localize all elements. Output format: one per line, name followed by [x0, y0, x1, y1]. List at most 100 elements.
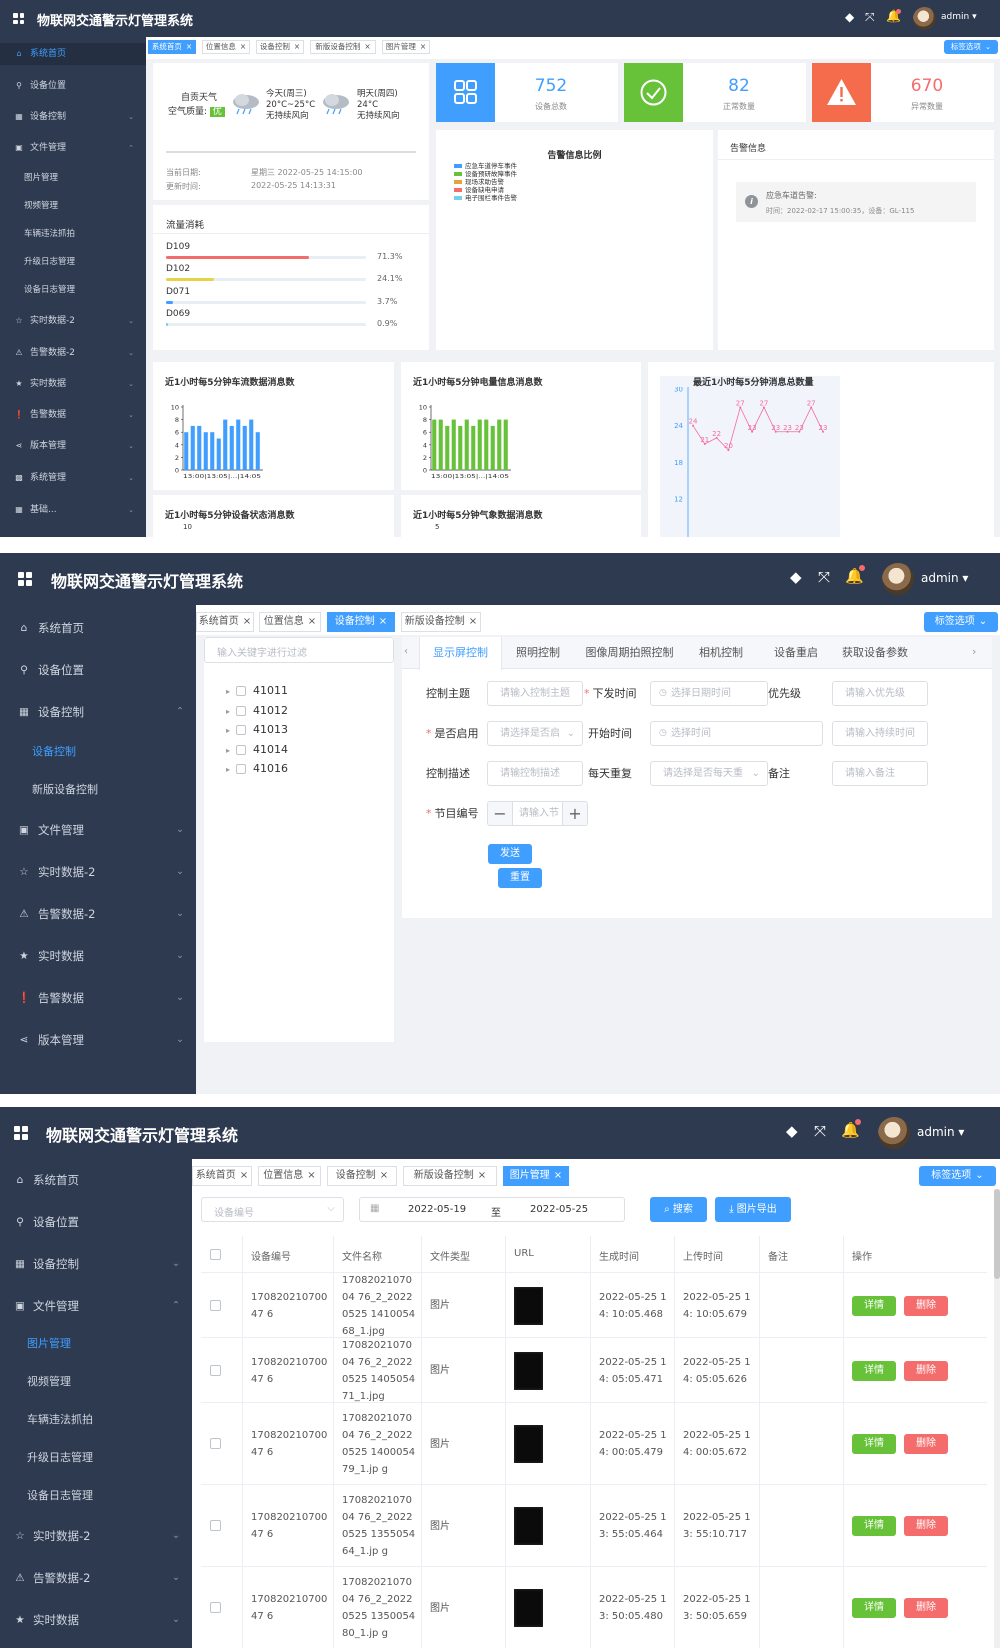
date-range-picker[interactable]: ▦ 2022-05-19 至 2022-05-25: [359, 1197, 625, 1222]
sidebar-item[interactable]: ▣ 文件管理 ⌃: [0, 137, 146, 159]
checkbox[interactable]: [236, 764, 247, 774]
delete-button[interactable]: 删除: [904, 1598, 948, 1618]
close-icon[interactable]: ×: [469, 616, 477, 627]
tag-3[interactable]: 新版设备控制 ×: [403, 1166, 497, 1186]
select-all-checkbox[interactable]: [210, 1249, 221, 1260]
sidebar-item[interactable]: ⋖ 版本管理 ⌄: [0, 435, 146, 457]
sidebar-item[interactable]: ⌂ 系统首页: [0, 615, 196, 641]
avatar[interactable]: [878, 1117, 910, 1149]
avatar[interactable]: [913, 7, 936, 30]
sidebar-item[interactable]: ⋖ 版本管理 ⌄: [0, 1027, 196, 1053]
delete-button[interactable]: 删除: [904, 1360, 948, 1381]
sidebar-item[interactable]: 车辆违法抓拍: [0, 1407, 192, 1433]
detail-button[interactable]: 详情: [852, 1360, 896, 1381]
sidebar-item[interactable]: ⚲ 设备位置: [0, 75, 146, 97]
search-button[interactable]: ⌕ 搜索: [650, 1197, 707, 1222]
avatar[interactable]: [882, 563, 914, 595]
sidebar-item[interactable]: ▩ 系统管理 ⌄: [0, 467, 146, 489]
tag-1[interactable]: 位置信息 ×: [259, 612, 321, 632]
caret-right-icon[interactable]: ▸: [226, 746, 230, 755]
tag-options-button[interactable]: 标签选项 ⌄: [944, 40, 998, 54]
sidebar-item[interactable]: 图片管理: [0, 167, 146, 189]
detail-button[interactable]: 详情: [852, 1295, 896, 1316]
close-icon[interactable]: ×: [294, 42, 300, 51]
delete-button[interactable]: 删除: [904, 1434, 948, 1454]
close-icon[interactable]: ×: [420, 42, 426, 51]
tabs-prev-icon[interactable]: ‹: [404, 646, 408, 657]
sidebar-item[interactable]: ▦ 基础... ⌄: [0, 499, 146, 521]
close-icon[interactable]: ×: [240, 1170, 248, 1181]
tag-4[interactable]: 图片管理 ×: [503, 1166, 569, 1186]
export-button[interactable]: ⤓ 图片导出: [715, 1197, 791, 1222]
scrollbar[interactable]: [994, 1189, 1000, 1648]
sidebar-item[interactable]: 设备日志管理: [0, 279, 146, 301]
close-icon[interactable]: ×: [364, 42, 370, 51]
close-icon[interactable]: ×: [240, 42, 246, 51]
caret-right-icon[interactable]: ▸: [226, 726, 230, 735]
checkbox[interactable]: [236, 744, 247, 755]
tree-node[interactable]: ▸ 41011: [226, 684, 288, 700]
fullscreen-icon[interactable]: ⤧: [865, 10, 875, 25]
caret-right-icon[interactable]: ▸: [226, 707, 230, 716]
control-tab[interactable]: 图像周期拍照控制: [574, 637, 685, 670]
sidebar-item[interactable]: ★ 实时数据 ⌄: [0, 943, 196, 969]
fullscreen-icon[interactable]: ⤧: [818, 568, 830, 586]
tag-1[interactable]: 位置信息 ×: [202, 40, 250, 54]
sidebar-item[interactable]: ⚠ 告警数据-2 ⌄: [0, 1565, 192, 1591]
image-thumbnail[interactable]: [514, 1351, 543, 1390]
description-input[interactable]: 请输控制描述: [487, 761, 583, 786]
subject-input[interactable]: 请输入控制主题: [487, 681, 583, 706]
enable-select[interactable]: 请选择是否启 ⌄: [487, 721, 583, 746]
sidebar-item[interactable]: 图片管理: [0, 1331, 192, 1357]
user-menu[interactable]: admin ▾: [941, 12, 977, 22]
sidebar-item[interactable]: ▦ 设备控制 ⌃: [0, 699, 196, 725]
control-tab[interactable]: 照明控制: [502, 637, 574, 670]
theme-icon[interactable]: ◆: [790, 568, 802, 586]
sidebar-item[interactable]: ☆ 实时数据-2 ⌄: [0, 310, 146, 332]
image-thumbnail[interactable]: [514, 1507, 543, 1545]
program-number-stepper[interactable]: − 请输入节 +: [487, 801, 588, 826]
increment-button[interactable]: +: [562, 802, 587, 825]
row-checkbox[interactable]: [210, 1602, 221, 1613]
tag-0[interactable]: 系统首页 ×: [196, 612, 254, 632]
sidebar-item[interactable]: ❗ 告警数据 ⌄: [0, 404, 146, 426]
tag-options-button[interactable]: 标签选项 ⌄: [919, 1166, 996, 1186]
menu-grid-icon[interactable]: [18, 572, 32, 586]
tag-2[interactable]: 设备控制 ×: [256, 40, 304, 54]
image-thumbnail[interactable]: [514, 1286, 543, 1325]
tag-3[interactable]: 新版设备控制 ×: [401, 612, 481, 632]
send-button[interactable]: 发送: [488, 844, 532, 864]
row-checkbox[interactable]: [210, 1438, 221, 1449]
sidebar-item[interactable]: ☆ 实时数据-2 ⌄: [0, 859, 196, 885]
tree-filter-input[interactable]: 输入关键字进行过滤: [204, 637, 394, 663]
sidebar-item[interactable]: ▦ 设备控制 ⌄: [0, 106, 146, 128]
theme-icon[interactable]: ◆: [786, 1122, 798, 1140]
sidebar-item[interactable]: ★ 实时数据 ⌄: [0, 373, 146, 395]
reset-button[interactable]: 重置: [498, 868, 542, 888]
issue-time-picker[interactable]: ◷ 选择日期时间: [650, 681, 768, 706]
user-menu[interactable]: admin ▾: [921, 571, 968, 585]
repeat-select[interactable]: 请选择是否每天重 ⌄: [650, 761, 768, 786]
row-checkbox[interactable]: [210, 1364, 221, 1376]
sidebar-item[interactable]: 视频管理: [0, 195, 146, 217]
detail-button[interactable]: 详情: [852, 1434, 896, 1454]
tag-3[interactable]: 新版设备控制 ×: [310, 40, 376, 54]
tag-2[interactable]: 设备控制 ×: [327, 1166, 397, 1186]
close-icon[interactable]: ×: [307, 1170, 315, 1181]
sidebar-item[interactable]: ▣ 文件管理 ⌃: [0, 1293, 192, 1319]
sidebar-item[interactable]: ☆ 实时数据-2 ⌄: [0, 1523, 192, 1549]
detail-button[interactable]: 详情: [852, 1516, 896, 1536]
tag-1[interactable]: 位置信息 ×: [258, 1166, 321, 1186]
menu-grid-icon[interactable]: [14, 1126, 28, 1140]
tree-node[interactable]: ▸ 41013: [226, 723, 288, 739]
caret-right-icon[interactable]: ▸: [226, 687, 230, 696]
tag-options-button[interactable]: 标签选项 ⌄: [924, 612, 998, 632]
theme-icon[interactable]: ◆: [845, 10, 854, 24]
checkbox[interactable]: [236, 686, 247, 696]
delete-button[interactable]: 删除: [904, 1295, 948, 1316]
sidebar-item[interactable]: 升级日志管理: [0, 251, 146, 273]
tabs-next-icon[interactable]: ›: [972, 645, 976, 658]
tree-node[interactable]: ▸ 41016: [226, 762, 288, 778]
sidebar-item[interactable]: 设备控制: [0, 739, 196, 765]
start-time-picker[interactable]: ◷ 选择时间: [650, 721, 823, 746]
